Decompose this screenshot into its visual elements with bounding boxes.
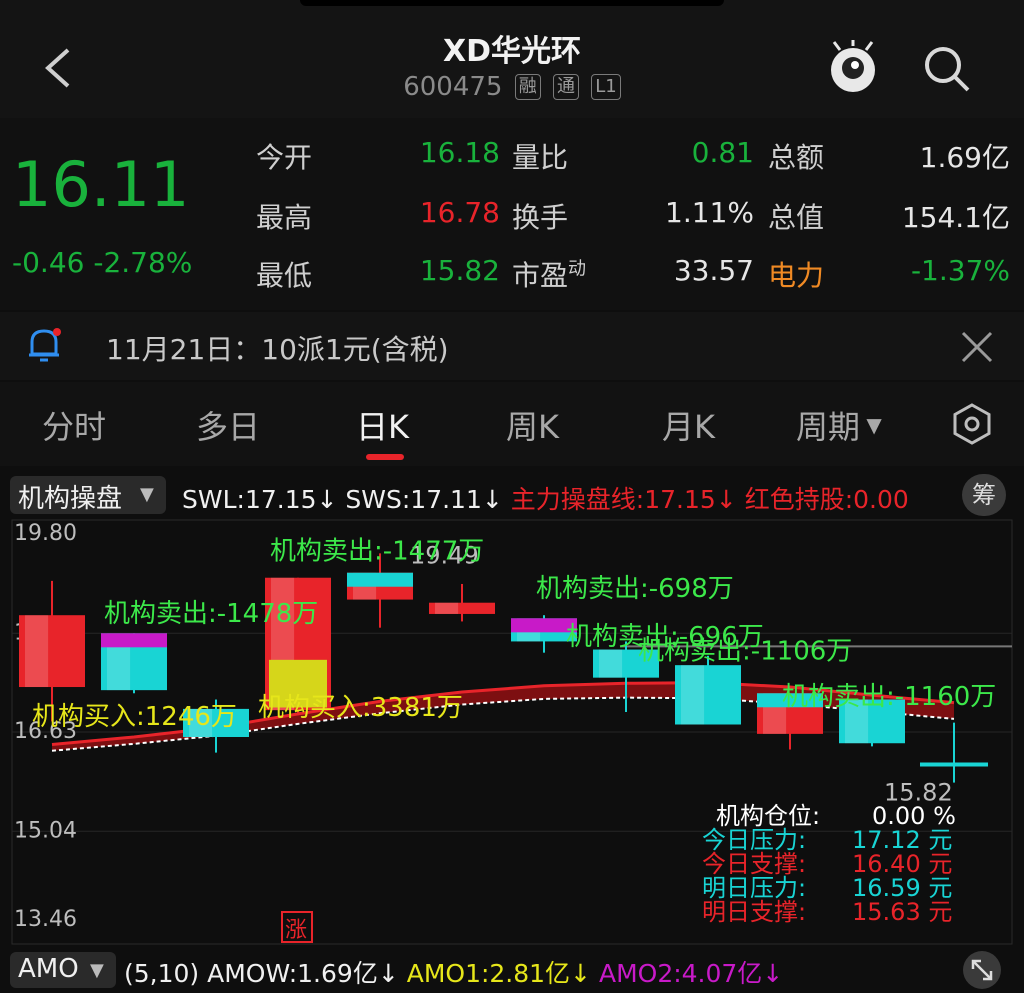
amo-params: (5,10) (124, 959, 200, 988)
indicator-values: SWL:17.15↓ SWS:17.11↓ 主力操盘线:17.15↓ 红色持股:… (182, 480, 962, 516)
candle-highlight (25, 615, 49, 688)
change-percent: -2.78% (93, 246, 193, 279)
stat-value: 33.57 (673, 254, 754, 287)
candle-highlight (435, 602, 459, 614)
stock-code: 600475 (403, 72, 503, 102)
pressure-support-label: 明日支撑: (702, 898, 806, 926)
amo-name: AMO (18, 954, 79, 984)
swl-value: SWL:17.15↓ (182, 485, 338, 514)
settings-icon[interactable] (950, 402, 994, 446)
tab-intraday[interactable]: 分时 (42, 402, 106, 448)
chevron-down-icon: ▼ (140, 484, 154, 505)
stat-value: 1.11% (665, 196, 754, 229)
robot-assistant-icon[interactable] (826, 38, 880, 96)
stat-label: 量比 (512, 141, 569, 174)
fullscreen-icon[interactable] (960, 950, 1004, 990)
kline-chart[interactable]: 19.8018.2116.6315.0413.4619.4915.82机构卖出:… (0, 518, 1024, 946)
stat-value: 16.18 (419, 136, 500, 169)
institution-flow-label: 机构买入:1246万 (32, 702, 237, 732)
institution-flow-label: 机构买入:3381万 (258, 693, 463, 723)
stat-label: 今开 (256, 141, 313, 174)
price-change: -0.46 -2.78% (12, 246, 192, 279)
tag-connect: 通 (553, 74, 580, 100)
stat-value: 15.82 (419, 254, 500, 287)
bell-icon (29, 328, 61, 362)
amo-values: (5,10) AMOW:1.69亿↓ AMO1:2.81亿↓ AMO2:4.07… (124, 954, 783, 990)
tab-daily-k[interactable]: 日K (356, 402, 409, 448)
candle-highlight (681, 665, 705, 725)
amow-value: AMOW:1.69亿↓ (207, 959, 399, 988)
indicator-name: 机构操盘 (18, 484, 123, 514)
stat-label: 总额 (768, 141, 825, 174)
institution-flow-label: 机构卖出:-698万 (536, 574, 734, 604)
stat-label: 市盈动 (512, 258, 587, 292)
chevron-down-icon: ▼ (90, 960, 104, 981)
y-tick-label: 13.46 (14, 907, 77, 932)
tab-period[interactable]: 周期 ▼ (796, 402, 882, 448)
stat-label: 最低 (256, 259, 313, 292)
y-tick-label: 19.80 (14, 521, 77, 546)
tag-margin: 融 (514, 74, 541, 100)
stat-label: 总值 (768, 201, 825, 234)
tab-multiday[interactable]: 多日 (196, 402, 260, 448)
sws-value: SWS:17.11↓ (345, 485, 503, 514)
amo2-value: AMO2:4.07亿↓ (598, 959, 784, 988)
dynamic-pe-mark: 动 (568, 258, 587, 280)
candle-highlight (599, 649, 623, 678)
limit-up-label: 涨 (285, 918, 307, 943)
tab-weekly-k[interactable]: 周K (506, 402, 559, 448)
amo1-value: AMO1:2.81亿↓ (406, 959, 592, 988)
candle-top-band (101, 633, 167, 648)
chip-distribution-button[interactable]: 筹 (962, 474, 1006, 516)
pressure-support-value: 15.63 元 (852, 898, 952, 926)
tag-level1: L1 (591, 74, 621, 100)
status-notch (300, 0, 724, 6)
institution-flow-label: 机构卖出:-1477万 (270, 537, 484, 567)
stat-value: 0.81 (691, 136, 754, 169)
tab-period-label: 周期 (796, 408, 861, 446)
stat-value: 1.69亿 (919, 141, 1010, 174)
institution-flow-label: 机构卖出:-1106万 (638, 637, 852, 667)
change-amount: -0.46 (12, 246, 85, 279)
red-hold-value: 红色持股:0.00 (744, 485, 909, 514)
dropdown-icon: ▼ (860, 413, 882, 437)
close-icon[interactable] (960, 330, 994, 364)
stat-value: 154.1亿 (901, 201, 1010, 234)
institution-flow-label: 机构卖出:-1160万 (782, 682, 996, 712)
stat-value: -1.37% (910, 254, 1010, 287)
main-line-value: 主力操盘线:17.15↓ (510, 485, 737, 514)
stat-label: 换手 (512, 201, 569, 234)
notice-text: 11月21日：10派1元(含税) (106, 333, 449, 366)
y-tick-label: 15.04 (14, 818, 77, 843)
stat-label: 最高 (256, 201, 313, 234)
current-price: 16.11 (12, 148, 190, 221)
tab-active-indicator (366, 454, 404, 460)
stat-value: 16.78 (419, 196, 500, 229)
institution-flow-label: 机构卖出:-1478万 (104, 599, 318, 629)
search-icon[interactable] (922, 44, 972, 94)
sector-name: 电力 (768, 259, 825, 292)
candle-top-band (347, 572, 413, 587)
tab-monthly-k[interactable]: 月K (662, 402, 715, 448)
